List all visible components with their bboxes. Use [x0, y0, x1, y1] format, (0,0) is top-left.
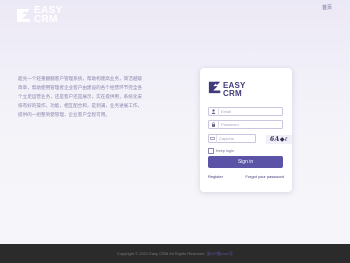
login-logo: EASY CRM [208, 80, 246, 99]
captcha-image[interactable]: 6A◆ℓ [266, 135, 292, 144]
footer: Copyright © 2021 Easy CRM All Rights Res… [0, 244, 350, 263]
logo-mark-icon [16, 7, 32, 23]
email-field[interactable] [208, 107, 283, 116]
checkbox-icon[interactable] [208, 148, 214, 154]
captcha-input[interactable] [217, 136, 255, 141]
login-logo-line2: CRM [223, 88, 242, 98]
brand-name-line2: CRM [34, 14, 58, 25]
forgot-password-link[interactable]: Forgot your password [245, 174, 284, 179]
lock-icon [209, 120, 219, 129]
icp-record-link[interactable]: 浙ICP备xxxx号 [206, 251, 233, 257]
captcha-field[interactable]: 6A◆ℓ [208, 134, 292, 144]
sign-in-button[interactable]: Sign in [208, 156, 283, 168]
intro-text: 超兑一个轻重翻翻客户管理系统，帮助构建高业务，简洁越级简单，帮助使用管理者企业客… [18, 76, 143, 117]
logo-mark-icon [208, 80, 222, 99]
home-link[interactable]: 首页 [322, 4, 332, 11]
register-link[interactable]: Register [208, 174, 223, 179]
copyright-text: Copyright © 2021 Easy CRM All Rights Res… [116, 251, 205, 256]
email-input[interactable] [219, 109, 278, 114]
keep-login-checkbox[interactable]: Keep login [208, 148, 234, 154]
keep-login-label: Keep login [216, 149, 234, 153]
brand-logo: EASY CRM [16, 6, 62, 25]
login-card: EASY CRM 6A◆ℓ Keep login Sign in Registe… [200, 68, 292, 192]
password-field[interactable] [208, 120, 283, 129]
user-icon [209, 107, 219, 116]
password-input[interactable] [219, 122, 278, 127]
captcha-icon [209, 134, 217, 143]
